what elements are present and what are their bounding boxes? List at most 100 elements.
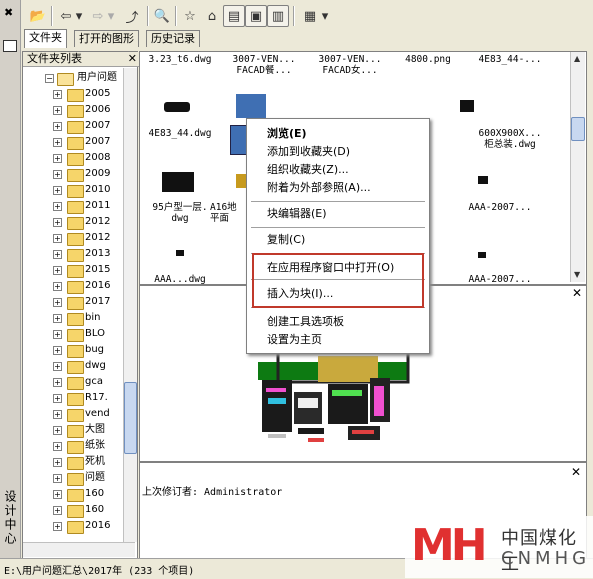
expand-icon[interactable]: + xyxy=(53,394,62,403)
file-label[interactable]: A16地 平面 xyxy=(210,202,250,224)
tab-open-drawings[interactable]: 打开的图形 xyxy=(74,30,139,47)
forward-dropdown-icon[interactable]: ▾ xyxy=(105,5,117,27)
tree-item[interactable]: + bug xyxy=(23,342,123,358)
tree-item[interactable]: +2016 xyxy=(23,518,123,534)
expand-icon[interactable]: + xyxy=(53,282,62,291)
tree-item[interactable]: +2011 xyxy=(23,198,123,214)
expand-icon[interactable]: + xyxy=(53,234,62,243)
tree-item[interactable]: + 死机 xyxy=(23,454,123,470)
expand-icon[interactable]: + xyxy=(53,346,62,355)
expand-icon[interactable]: + xyxy=(53,266,62,275)
expand-icon[interactable]: + xyxy=(53,218,62,227)
drawing-thumbnail[interactable] xyxy=(162,172,194,192)
home-icon[interactable]: ⌂ xyxy=(201,5,223,27)
drawing-thumbnail[interactable] xyxy=(164,102,190,112)
menu-item-organize-favorites[interactable]: 组织收藏夹(Z)... xyxy=(247,161,429,179)
close-icon[interactable]: ✖ xyxy=(4,6,13,19)
expand-icon[interactable]: + xyxy=(53,202,62,211)
tree-item[interactable]: + 问题 xyxy=(23,470,123,486)
tree-item[interactable]: + BLO xyxy=(23,326,123,342)
preview-toggle-icon[interactable]: ▣ xyxy=(245,5,267,27)
tree-item[interactable]: +2010 xyxy=(23,182,123,198)
expand-icon[interactable]: + xyxy=(53,442,62,451)
expand-icon[interactable]: + xyxy=(53,170,62,179)
expand-icon[interactable]: + xyxy=(53,490,62,499)
tree-scroll-thumb[interactable] xyxy=(124,382,137,454)
tree-item[interactable]: +2013 xyxy=(23,246,123,262)
close-icon[interactable]: ✕ xyxy=(571,465,581,479)
expand-icon[interactable]: + xyxy=(53,378,62,387)
expand-icon[interactable]: + xyxy=(53,106,62,115)
tree-item[interactable]: +2012 xyxy=(23,214,123,230)
tree-item[interactable]: + 纸张 xyxy=(23,438,123,454)
drawing-thumbnail[interactable] xyxy=(478,176,488,184)
menu-item-create-tool-palette[interactable]: 创建工具选项板 xyxy=(247,313,429,331)
tree-item[interactable]: +2008 xyxy=(23,150,123,166)
file-label[interactable]: AAA-2007... xyxy=(460,274,540,284)
tree-item[interactable]: +2005 xyxy=(23,86,123,102)
tree-item[interactable]: +2009 xyxy=(23,166,123,182)
tree-item[interactable]: +160 xyxy=(23,486,123,502)
views-icon[interactable]: ▦ xyxy=(299,5,321,27)
file-label[interactable]: 95户型一层. dwg xyxy=(140,202,220,224)
tree-item-root[interactable]: − 用户问题 xyxy=(23,70,123,86)
file-label[interactable]: 3007-VEN... FACAD餐... xyxy=(224,54,304,76)
tree-item[interactable]: + vend xyxy=(23,406,123,422)
expand-icon[interactable]: + xyxy=(53,506,62,515)
tree-item[interactable]: + 大图 xyxy=(23,422,123,438)
file-label[interactable]: 3007-VEN... FACAD女... xyxy=(310,54,390,76)
tab-history[interactable]: 历史记录 xyxy=(146,30,200,47)
expand-icon[interactable]: + xyxy=(53,522,62,531)
up-icon[interactable]: ⤴ xyxy=(121,5,143,27)
drawing-thumbnail[interactable] xyxy=(478,252,486,258)
close-icon[interactable]: ✕ xyxy=(571,287,583,299)
menu-item-block-editor[interactable]: 块编辑器(E) xyxy=(247,205,429,223)
drawing-thumbnail[interactable] xyxy=(176,250,184,256)
menu-item-browse[interactable]: 浏览(E) xyxy=(247,125,429,143)
expand-icon[interactable]: + xyxy=(53,330,62,339)
file-label[interactable]: AAA-2007... xyxy=(460,202,540,213)
tab-folders[interactable]: 文件夹 xyxy=(24,29,67,48)
properties-menu-icon[interactable] xyxy=(3,40,17,52)
tree-item[interactable]: +160 xyxy=(23,502,123,518)
expand-icon[interactable]: + xyxy=(53,186,62,195)
folder-tree[interactable]: − 用户问题 +2005 +2006 +2007 +2007 +2008 +2009 +20… xyxy=(23,68,123,542)
drawing-thumbnail[interactable] xyxy=(460,100,474,112)
drawing-thumbnail-selected[interactable] xyxy=(236,94,266,118)
expand-icon[interactable]: + xyxy=(53,90,62,99)
file-label[interactable]: 4800.png xyxy=(388,54,468,65)
tree-item[interactable]: + bin xyxy=(23,310,123,326)
load-icon[interactable]: 📂 xyxy=(27,5,49,27)
menu-item-copy[interactable]: 复制(C) xyxy=(247,231,429,249)
expand-icon[interactable]: + xyxy=(53,458,62,467)
expand-icon[interactable]: + xyxy=(53,250,62,259)
expand-icon[interactable]: + xyxy=(53,314,62,323)
expand-icon[interactable]: + xyxy=(53,410,62,419)
tree-item[interactable]: + dwg xyxy=(23,358,123,374)
description-toggle-icon[interactable]: ▥ xyxy=(267,5,289,27)
menu-item-attach-xref[interactable]: 附着为外部参照(A)... xyxy=(247,179,429,197)
favorites-icon[interactable]: ☆ xyxy=(179,5,201,27)
tree-item[interactable]: +2006 xyxy=(23,102,123,118)
expand-icon[interactable]: + xyxy=(53,474,62,483)
tree-item[interactable]: + gca xyxy=(23,374,123,390)
views-dropdown-icon[interactable]: ▾ xyxy=(319,5,331,27)
file-label[interactable]: 600X900X... 柜总装.dwg xyxy=(470,128,550,150)
tree-item[interactable]: + R17. xyxy=(23,390,123,406)
expand-icon[interactable]: + xyxy=(53,122,62,131)
scroll-up-icon[interactable]: ▲ xyxy=(574,54,580,63)
tree-item[interactable]: +2015 xyxy=(23,262,123,278)
back-dropdown-icon[interactable]: ▾ xyxy=(73,5,85,27)
expand-icon[interactable]: + xyxy=(53,426,62,435)
file-label[interactable]: 4E83_44.dwg xyxy=(140,128,220,139)
search-icon[interactable]: 🔍 xyxy=(151,5,173,27)
tree-toggle-icon[interactable]: ▤ xyxy=(223,5,245,27)
collapse-icon[interactable]: − xyxy=(45,74,54,83)
close-icon[interactable]: ✕ xyxy=(128,52,137,66)
file-label[interactable]: 4E83_44-... xyxy=(470,54,550,65)
file-label[interactable]: AAA...dwg xyxy=(140,274,220,284)
tree-vertical-scrollbar[interactable] xyxy=(123,68,137,542)
tree-item[interactable]: +2007 xyxy=(23,134,123,150)
expand-icon[interactable]: + xyxy=(53,154,62,163)
expand-icon[interactable]: + xyxy=(53,138,62,147)
